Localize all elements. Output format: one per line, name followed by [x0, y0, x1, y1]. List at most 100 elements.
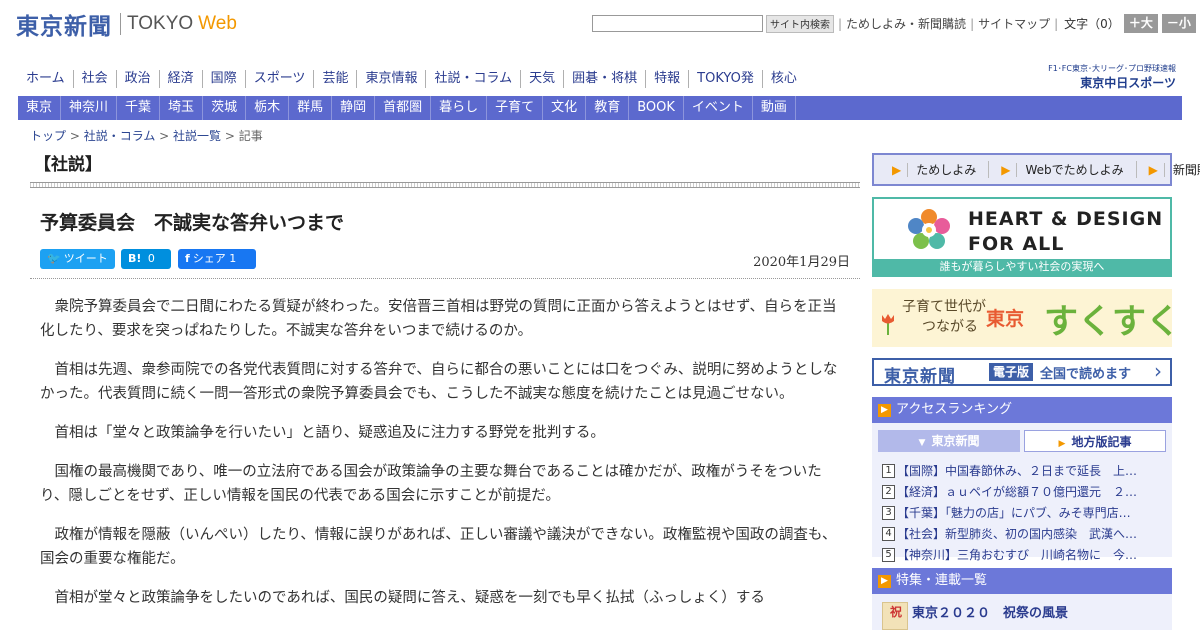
breadcrumb-current: 記事: [238, 129, 263, 143]
trial-subscribe-link[interactable]: ためしよみ・新聞購読: [846, 15, 966, 32]
subnav-kosodate[interactable]: 子育て: [487, 96, 544, 120]
ranking-item[interactable]: 3 【千葉】「魅力の店」にパブ、みそ専門店…: [882, 502, 1160, 523]
tab-tokyo-shimbun[interactable]: ▼ 東京新聞: [878, 430, 1020, 452]
text-size-up-button[interactable]: ＋大: [1123, 14, 1158, 33]
rank-title: 【千葉】「魅力の店」にパブ、みそ専門店…: [897, 506, 1131, 520]
nav-editorial-column[interactable]: 社説・コラム: [425, 70, 520, 88]
subnav-tokyo[interactable]: 東京: [18, 96, 62, 120]
tweet-button[interactable]: 🐦 ツイート: [40, 249, 115, 269]
subnav-video[interactable]: 動画: [753, 96, 796, 120]
access-ranking: ▶ アクセスランキング ▼ 東京新聞 ▶ 地方版記事 1 【国際】中国春節休み、２日まで…: [872, 397, 1172, 562]
nav-go-shogi[interactable]: 囲碁・将棋: [563, 70, 645, 88]
rank-number: 5: [882, 547, 895, 562]
chunichi-sports-subtitle: F1･FC東京･大リーグ･プロ野球速報: [1048, 64, 1176, 73]
sukusuku-line1: 子育て世代が: [902, 299, 986, 315]
article-body: 衆院予算委員会で二日間にわたる質疑が終わった。安倍晋三首相は野党の質問に正面から…: [40, 295, 840, 610]
hatena-bookmark-button[interactable]: B! 0: [121, 249, 171, 269]
chunichi-sports-link[interactable]: F1･FC東京･大リーグ･プロ野球速報 東京中日スポーツ: [1014, 63, 1176, 91]
nav-politics[interactable]: 政治: [115, 70, 159, 88]
subnav-gunma[interactable]: 群馬: [289, 96, 333, 120]
ranking-item[interactable]: 5 【神奈川】三角おむすび 川崎名物に 今…: [882, 544, 1160, 565]
nav-society[interactable]: 社会: [72, 70, 116, 88]
ranking-list: 1 【国際】中国春節休み、２日まで延長 上… 2 【経済】ａｕペイが総額７０億円還元…: [882, 460, 1172, 565]
subnav-kurashi[interactable]: 暮らし: [431, 96, 488, 120]
subscribe-link-label: 新聞購読: [1172, 163, 1200, 177]
sukusuku-tokyo: 東京: [986, 308, 1025, 330]
logo-tokyo: TOKYO: [127, 13, 194, 34]
trial-link[interactable]: ▶ ためしよみ: [880, 161, 990, 178]
sitemap-link[interactable]: サイトマップ: [978, 15, 1050, 32]
rank-number: 1: [882, 463, 895, 478]
subnav-event[interactable]: イベント: [684, 96, 753, 120]
facebook-share-button[interactable]: f シェア 1: [178, 249, 256, 269]
ranking-item[interactable]: 2 【経済】ａｕペイが総額７０億円還元 ２…: [882, 481, 1160, 502]
flower-logo-icon: [908, 209, 950, 249]
nav-tokyo-hatsu[interactable]: TOKYO発: [688, 70, 762, 88]
feature-thumbnail[interactable]: 祝: [882, 602, 908, 630]
logo-tokyo-shimbun: 東京新聞: [16, 13, 112, 40]
ranking-tabs: ▼ 東京新聞 ▶ 地方版記事: [878, 430, 1166, 452]
play-icon: ▶: [878, 404, 891, 417]
nav-kakushin[interactable]: 核心: [761, 70, 805, 88]
subnav-shutoken[interactable]: 首都圏: [375, 96, 432, 120]
article-date: 2020年1月29日: [753, 255, 850, 270]
site-logo[interactable]: 東京新聞 TOKYO Web: [16, 10, 237, 40]
feature-thumbnail-text: 祝: [890, 605, 903, 619]
digital-edition-banner[interactable]: 東京新聞 電子版 全国で読めます ›: [872, 358, 1172, 387]
nav-special-report[interactable]: 特報: [645, 70, 688, 88]
rank-title: 【国際】中国春節休み、２日まで延長 上…: [897, 464, 1138, 478]
rank-number: 2: [882, 484, 895, 499]
rank-title: 【経済】ａｕペイが総額７０億円還元 ２…: [897, 485, 1138, 499]
subnav-book[interactable]: BOOK: [629, 96, 684, 120]
web-trial-link[interactable]: ▶ Webでためしよみ: [989, 161, 1137, 178]
arrow-icon: ▶: [995, 163, 1018, 177]
hatena-icon: B!: [128, 252, 142, 265]
article-paragraph: 政権が情報を隠蔽（いんぺい）したり、情報に誤りがあれば、正しい審議や議決ができな…: [40, 527, 837, 567]
heart-design-banner[interactable]: HEART & DESIGN FOR ALL 誰もが暮らしやすい社会の実現へ: [872, 197, 1172, 277]
tab-local-articles[interactable]: ▶ 地方版記事: [1024, 430, 1166, 452]
nav-sports[interactable]: スポーツ: [244, 70, 314, 88]
fb-share-count: 1: [229, 252, 237, 265]
web-trial-link-label: Webでためしよみ: [1025, 163, 1124, 177]
text-size-down-button[interactable]: －小: [1161, 14, 1196, 33]
subnav-chiba[interactable]: 千葉: [117, 96, 161, 120]
tokyo-sukusuku-banner[interactable]: 子育て世代が つながる 東京 すくすく: [872, 289, 1180, 347]
article-headline: 予算委員会 不誠実な答弁いつまで: [40, 212, 345, 234]
breadcrumb: トップ > 社説・コラム > 社説一覧 > 記事: [30, 129, 263, 143]
digital-edition-text: 全国で読めます: [1040, 367, 1132, 382]
breadcrumb-editorial-column[interactable]: 社説・コラム: [84, 129, 156, 143]
subnav-tochigi[interactable]: 栃木: [246, 96, 290, 120]
subnav-shizuoka[interactable]: 静岡: [332, 96, 376, 120]
fb-share-label: シェア: [192, 252, 226, 265]
ranking-item[interactable]: 4 【社会】新型肺炎、初の国内感染 武漢へ…: [882, 523, 1160, 544]
tab-label: 地方版記事: [1071, 435, 1132, 449]
subnav-education[interactable]: 教育: [586, 96, 630, 120]
breadcrumb-top[interactable]: トップ: [30, 129, 66, 143]
subnav-culture[interactable]: 文化: [543, 96, 587, 120]
nav-weather[interactable]: 天気: [520, 70, 563, 88]
heart-design-tagline: 誰もが暮らしやすい社会の実現へ: [874, 259, 1170, 275]
nav-entertainment[interactable]: 芸能: [313, 70, 356, 88]
breadcrumb-editorial-list[interactable]: 社説一覧: [173, 129, 221, 143]
subnav-kanagawa[interactable]: 神奈川: [61, 96, 118, 120]
subscribe-link[interactable]: ▶ 新聞購読: [1137, 161, 1200, 178]
divider: |: [838, 16, 843, 31]
tab-label: 東京新聞: [931, 434, 980, 448]
site-search-button[interactable]: サイト内検索: [766, 14, 834, 33]
nav-home[interactable]: ホーム: [18, 70, 73, 88]
subnav-ibaraki[interactable]: 茨城: [203, 96, 247, 120]
nav-tokyo-info[interactable]: 東京情報: [356, 70, 425, 88]
feature-item-title[interactable]: 東京２０２０ 祝祭の風景: [912, 602, 1068, 621]
tweet-label: ツイート: [63, 252, 108, 265]
divider: |: [970, 16, 975, 31]
sukusuku-line2: つながる: [922, 319, 978, 335]
search-input[interactable]: [592, 15, 763, 32]
ranking-item[interactable]: 1 【国際】中国春節休み、２日まで延長 上…: [882, 460, 1160, 481]
subnav-saitama[interactable]: 埼玉: [160, 96, 204, 120]
article-paragraph: 首相は先週、衆参両院での各党代表質問に対する答弁で、自らに都合の悪いことには口を…: [40, 362, 838, 402]
nav-economy[interactable]: 経済: [158, 70, 202, 88]
rank-title: 【神奈川】三角おむすび 川崎名物に 今…: [897, 548, 1138, 562]
nav-international[interactable]: 国際: [201, 70, 245, 88]
subscription-links: ▶ ためしよみ ▶ Webでためしよみ ▶ 新聞購読: [872, 153, 1200, 186]
regional-nav: 東京 神奈川 千葉 埼玉 茨城 栃木 群馬 静岡 首都圏 暮らし 子育て 文化 …: [18, 96, 1182, 120]
